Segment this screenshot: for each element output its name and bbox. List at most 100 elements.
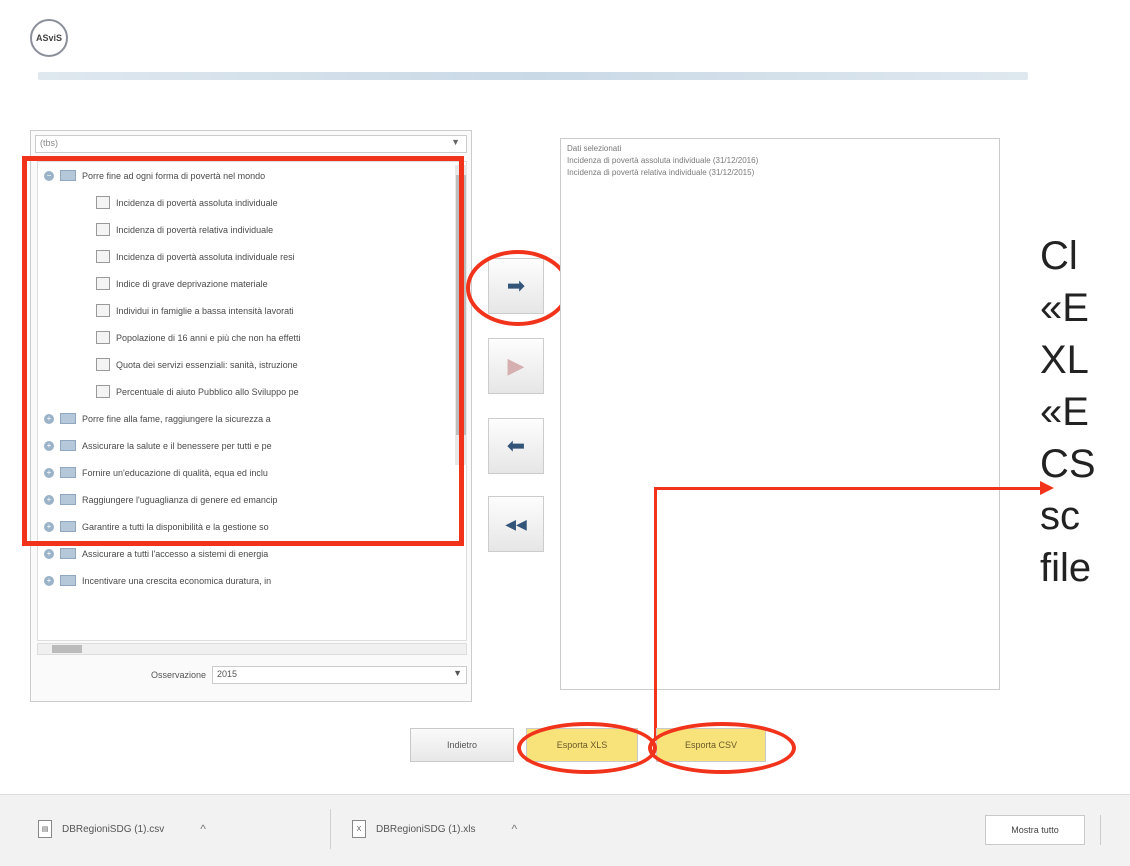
tree-node-goal[interactable]: + Fornire un'educazione di qualità, equa … bbox=[38, 459, 466, 486]
observation-filter: Osservazione 2015 ▼ bbox=[37, 663, 467, 687]
document-icon bbox=[96, 385, 110, 398]
tree-node-label: Assicurare a tutti l'accesso a sistemi d… bbox=[82, 548, 269, 559]
logo-mark: ASviS bbox=[30, 19, 68, 57]
instruction-line: XL bbox=[1040, 338, 1089, 382]
tree-node-label: Porre fine alla fame, raggiungere la sic… bbox=[82, 413, 271, 424]
download-filename: DBRegioniSDG (1).csv bbox=[62, 823, 165, 835]
tree-node-label: Incentivare una crescita economica durat… bbox=[82, 575, 272, 586]
list-item[interactable]: Incidenza di povertà assoluta individual… bbox=[567, 155, 993, 167]
download-filename: DBRegioniSDG (1).xls bbox=[376, 823, 476, 835]
folder-icon bbox=[60, 548, 76, 559]
tree-node-goal[interactable]: + Assicurare la salute e il benessere per… bbox=[38, 432, 466, 459]
scrollbar-thumb[interactable] bbox=[456, 175, 466, 435]
document-icon bbox=[96, 358, 110, 371]
export-xls-button[interactable]: Esporta XLS bbox=[526, 728, 638, 762]
instruction-line: «E bbox=[1040, 390, 1089, 434]
tree-node-indicator[interactable]: Quota dei servizi essenziali: sanità, is… bbox=[38, 351, 466, 378]
dropdown-arrow-icon: ▼ bbox=[451, 137, 460, 147]
instruction-line: sc bbox=[1040, 494, 1080, 538]
instruction-line: file bbox=[1040, 546, 1092, 590]
tree-node-label: Indice di grave deprivazione materiale bbox=[116, 278, 268, 289]
asvis-logo: ASviS bbox=[30, 18, 160, 58]
tree-node-label: Porre fine ad ogni forma di povertà nel … bbox=[82, 170, 266, 181]
folder-icon bbox=[60, 521, 76, 532]
header-bar bbox=[38, 72, 1028, 80]
back-button[interactable]: Indietro bbox=[410, 728, 514, 762]
play-icon: ▶ bbox=[507, 353, 525, 378]
expand-icon[interactable]: + bbox=[44, 467, 54, 478]
instruction-line: Cl bbox=[1040, 234, 1078, 278]
dropdown-arrow-icon: ▼ bbox=[453, 668, 462, 678]
tree-node-label: Individui in famiglie a bassa intensità … bbox=[116, 305, 294, 316]
folder-icon bbox=[60, 467, 76, 478]
tree-node-indicator[interactable]: Indice di grave deprivazione materiale bbox=[38, 270, 466, 297]
download-item-xls[interactable]: X DBRegioniSDG (1).xls ^ bbox=[352, 809, 517, 849]
tree-node-indicator[interactable]: Incidenza di povertà assoluta individual… bbox=[38, 189, 466, 216]
tree-node-goal[interactable]: + Porre fine alla fame, raggiungere la si… bbox=[38, 405, 466, 432]
expand-icon[interactable]: + bbox=[44, 548, 54, 559]
tree-node-indicator[interactable]: Individui in famiglie a bassa intensità … bbox=[38, 297, 466, 324]
tree-node-label: Incidenza di povertà assoluta individual… bbox=[116, 251, 295, 262]
document-icon bbox=[96, 304, 110, 317]
scrollbar-thumb[interactable] bbox=[52, 645, 82, 653]
add-all-button[interactable]: ▶ bbox=[488, 338, 544, 394]
right-arrow-icon: ➡ bbox=[506, 273, 526, 298]
tree-node-label: Incidenza di povertà assoluta individual… bbox=[116, 197, 278, 208]
instruction-text: Cl «E XL «E CS sc file bbox=[1040, 230, 1130, 594]
tree-node-label: Fornire un'educazione di qualità, equa e… bbox=[82, 467, 268, 478]
document-icon bbox=[96, 331, 110, 344]
document-icon bbox=[96, 196, 110, 209]
tree-node-goal[interactable]: + Assicurare a tutti l'accesso a sistemi … bbox=[38, 540, 466, 567]
connector-line bbox=[654, 487, 1042, 490]
expand-icon[interactable]: + bbox=[44, 413, 54, 424]
add-selected-button[interactable]: ➡ bbox=[488, 258, 544, 314]
list-item[interactable]: Incidenza di povertà relativa individual… bbox=[567, 167, 993, 179]
folder-icon bbox=[60, 413, 76, 424]
tree-node-indicator[interactable]: Incidenza di povertà assoluta individual… bbox=[38, 243, 466, 270]
tree-node-indicator[interactable]: Popolazione di 16 anni e più che non ha … bbox=[38, 324, 466, 351]
tree-node-label: Garantire a tutti la disponibilità e la … bbox=[82, 521, 269, 532]
observation-label: Osservazione bbox=[150, 670, 206, 680]
csv-file-icon: ▤ bbox=[38, 820, 52, 838]
expand-icon[interactable]: + bbox=[44, 575, 54, 586]
remove-all-button[interactable]: ◀◀ bbox=[488, 496, 544, 552]
tree-node-indicator[interactable]: Incidenza di povertà relativa individual… bbox=[38, 216, 466, 243]
close-download-bar[interactable] bbox=[1100, 815, 1130, 845]
document-icon bbox=[96, 223, 110, 236]
tree-node-goal[interactable]: − Porre fine ad ogni forma di povertà nel… bbox=[38, 162, 466, 189]
folder-icon bbox=[60, 494, 76, 505]
indicator-tree: − Porre fine ad ogni forma di povertà nel… bbox=[37, 161, 467, 641]
tree-node-goal[interactable]: + Raggiungere l'uguaglianza di genere ed … bbox=[38, 486, 466, 513]
tree-node-goal[interactable]: + Incentivare una crescita economica dura… bbox=[38, 567, 466, 594]
chevron-up-icon[interactable]: ^ bbox=[511, 822, 517, 836]
download-item-csv[interactable]: ▤ DBRegioniSDG (1).csv ^ bbox=[38, 809, 206, 849]
tree-node-goal[interactable]: + Garantire a tutti la disponibilità e la… bbox=[38, 513, 466, 540]
show-all-button[interactable]: Mostra tutto bbox=[985, 815, 1085, 845]
expand-icon[interactable]: + bbox=[44, 440, 54, 451]
selected-data-title: Dati selezionati bbox=[567, 144, 622, 153]
divider bbox=[330, 809, 331, 849]
tree-node-label: Raggiungere l'uguaglianza di genere ed e… bbox=[82, 494, 278, 505]
chevron-up-icon[interactable]: ^ bbox=[200, 822, 206, 836]
category-dropdown-value: (tbs) bbox=[40, 138, 58, 148]
tree-node-label: Quota dei servizi essenziali: sanità, is… bbox=[116, 359, 298, 370]
folder-icon bbox=[60, 170, 76, 181]
tree-node-label: Assicurare la salute e il benessere per … bbox=[82, 440, 272, 451]
double-left-arrow-icon: ◀◀ bbox=[505, 515, 527, 532]
expand-icon[interactable]: + bbox=[44, 521, 54, 532]
document-icon bbox=[96, 277, 110, 290]
tree-node-indicator[interactable]: Percentuale di aiuto Pubblico allo Svilu… bbox=[38, 378, 466, 405]
observation-select[interactable]: 2015 ▼ bbox=[212, 666, 467, 684]
connector-line bbox=[654, 489, 657, 741]
tree-node-label: Popolazione di 16 anni e più che non ha … bbox=[116, 332, 301, 343]
expand-icon[interactable]: + bbox=[44, 494, 54, 505]
category-dropdown[interactable]: (tbs) ▼ bbox=[35, 135, 467, 153]
tree-vertical-scrollbar[interactable] bbox=[455, 165, 467, 465]
tree-horizontal-scrollbar[interactable] bbox=[37, 643, 467, 655]
arrowhead-icon bbox=[1040, 481, 1054, 495]
export-csv-button[interactable]: Esporta CSV bbox=[656, 728, 766, 762]
collapse-icon[interactable]: − bbox=[44, 170, 54, 181]
observation-value: 2015 bbox=[217, 669, 238, 679]
remove-selected-button[interactable]: ⬅ bbox=[488, 418, 544, 474]
document-icon bbox=[96, 250, 110, 263]
